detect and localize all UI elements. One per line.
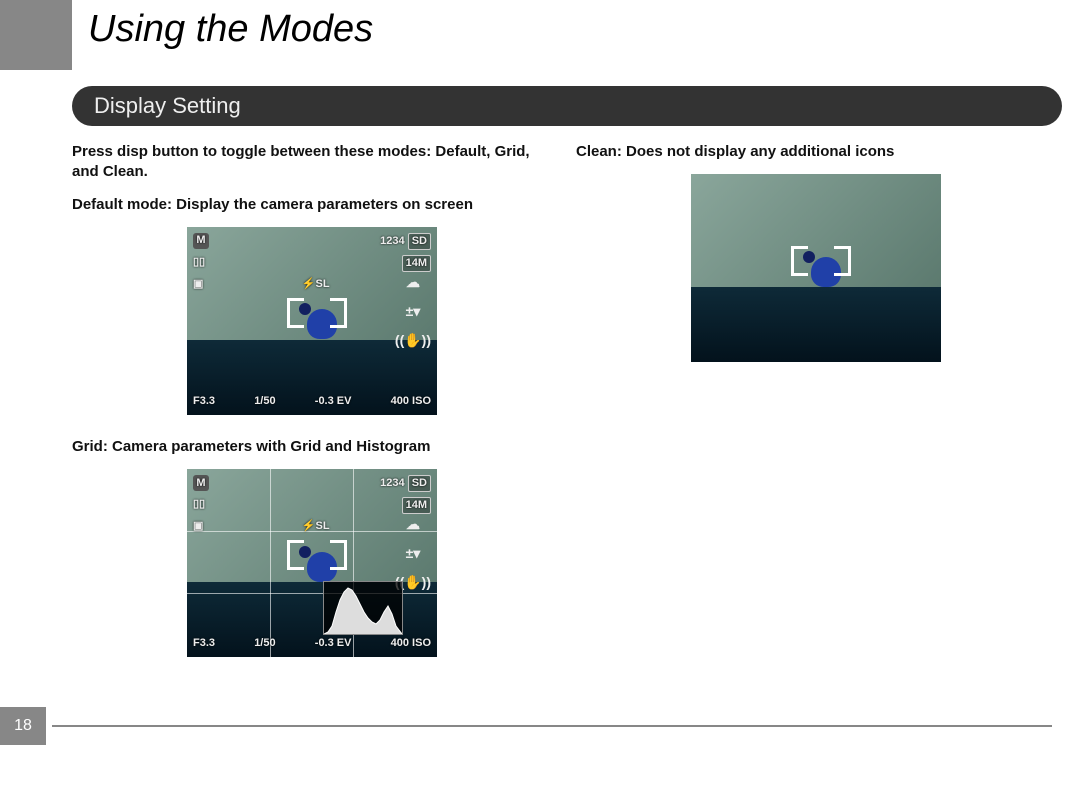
focus-bracket-right [330, 540, 347, 570]
focus-bracket-right [834, 246, 851, 276]
cam-row-2: ▯▯ 14M [193, 497, 431, 514]
left-column: Press disp button to toggle between thes… [72, 142, 552, 695]
focus-bracket-left [287, 298, 304, 328]
intro-pre: Press [72, 143, 117, 160]
aperture-value: F3.3 [193, 636, 215, 651]
cam-side-icons: ☁ ±▾ ((✋)) [395, 273, 431, 350]
camera-screenshot-default: M 1234 SD ▯▯ 14M ▣ ⚡SL ☁ ±▾ ((✋)) [187, 227, 437, 415]
histogram [323, 581, 403, 635]
manual-page: Using the Modes Display Setting Press di… [0, 0, 1080, 785]
intro-bold: disp [117, 143, 148, 160]
clean-mode-label: Clean: Does not display any additional i… [576, 142, 1056, 162]
cloud-icon: ☁ [406, 515, 420, 534]
size-icon: 14M [402, 255, 431, 272]
cam-row-2: ▯▯ 14M [193, 255, 431, 272]
water-bg [691, 287, 941, 362]
shutter-value: 1/50 [254, 394, 275, 409]
mode-icon: M [193, 475, 209, 491]
flash-icon: ⚡SL [302, 277, 330, 292]
page-number: 18 [0, 707, 46, 745]
right-column: Clean: Does not display any additional i… [576, 142, 1056, 695]
exposure-value: -0.3 EV [315, 636, 352, 651]
ev-adjust-icon: ±▾ [406, 302, 421, 321]
stabilizer-icon: ((✋)) [395, 331, 431, 350]
focus-bracket-right [330, 298, 347, 328]
camera-screenshot-grid: M 1234 SD ▯▯ 14M ▣ ⚡SL ☁ ±▾ ((✋)) [187, 469, 437, 657]
section-heading-text: Display Setting [94, 93, 241, 119]
focus-bracket-left [791, 246, 808, 276]
intro-paragraph: Press disp button to toggle between thes… [72, 142, 552, 183]
page-title: Using the Modes [88, 8, 373, 51]
default-mode-label: Default mode: Display the camera paramet… [72, 195, 552, 215]
mode-icon: M [193, 233, 209, 249]
size-icon: 14M [402, 497, 431, 514]
battery-icon: ▯▯ [193, 255, 205, 272]
metering-icon: ▣ [193, 277, 203, 292]
cam-bottom-row: F3.3 1/50 -0.3 EV 400 ISO [193, 636, 431, 651]
cam-counter: 1234 SD [380, 233, 431, 250]
flash-icon: ⚡SL [302, 519, 330, 534]
shutter-value: 1/50 [254, 636, 275, 651]
sd-icon: SD [408, 475, 431, 492]
cam-top-row: M 1234 SD [193, 233, 431, 250]
cam-top-row: M 1234 SD [193, 475, 431, 492]
exposure-value: -0.3 EV [315, 394, 352, 409]
aperture-value: F3.3 [193, 394, 215, 409]
page-footer: 18 [0, 707, 1052, 745]
cam-counter: 1234 SD [380, 475, 431, 492]
camera-screenshot-clean [691, 174, 941, 362]
battery-icon: ▯▯ [193, 497, 205, 514]
focus-bracket-left [287, 540, 304, 570]
cam-bottom-row: F3.3 1/50 -0.3 EV 400 ISO [193, 394, 431, 409]
iso-value: 400 ISO [391, 636, 431, 651]
section-heading: Display Setting [72, 86, 1062, 126]
cloud-icon: ☁ [406, 273, 420, 292]
grid-mode-label: Grid: Camera parameters with Grid and Hi… [72, 437, 552, 457]
content-columns: Press disp button to toggle between thes… [72, 142, 1056, 695]
metering-icon: ▣ [193, 519, 203, 534]
footer-rule [52, 725, 1052, 727]
iso-value: 400 ISO [391, 394, 431, 409]
sd-icon: SD [408, 233, 431, 250]
ev-adjust-icon: ±▾ [406, 544, 421, 563]
